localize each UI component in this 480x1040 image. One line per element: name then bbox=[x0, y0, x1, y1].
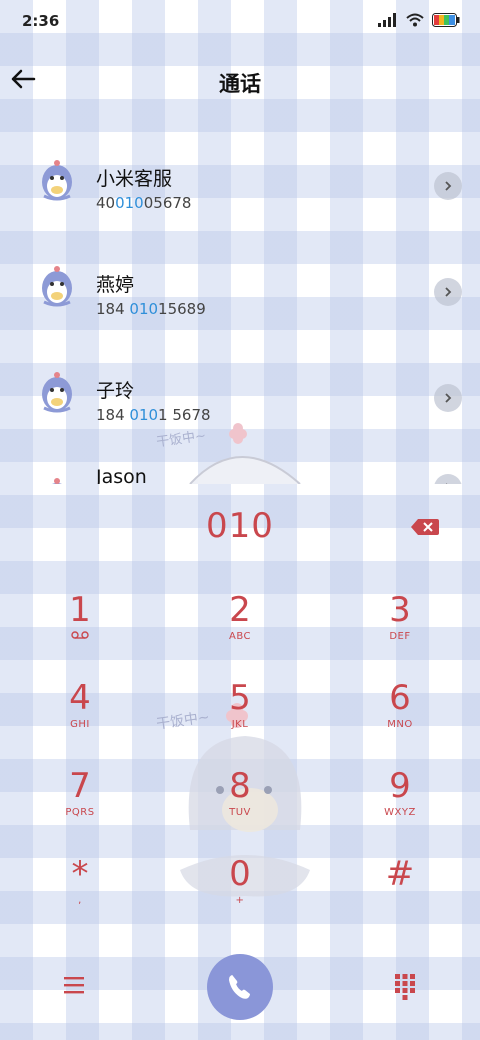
avatar bbox=[42, 160, 72, 201]
contact-name: 子玲 bbox=[96, 380, 135, 402]
header: 通话 bbox=[0, 44, 480, 116]
key-7[interactable]: 7 PQRS bbox=[20, 766, 140, 846]
bottom-bar bbox=[0, 950, 480, 1020]
key-star[interactable]: * , bbox=[20, 854, 140, 934]
avatar bbox=[51, 478, 63, 484]
keypad-toggle-button[interactable] bbox=[392, 972, 418, 1000]
key-1[interactable]: 1 bbox=[20, 590, 140, 670]
key-3[interactable]: 3 DEF bbox=[340, 590, 460, 670]
contact-list: 小米客服 4001005678 燕婷 184 01015689 子玲 184 0… bbox=[0, 116, 480, 484]
contact-detail-button[interactable] bbox=[434, 384, 462, 412]
key-5[interactable]: 5 JKL bbox=[180, 678, 300, 758]
contact-name: 燕婷 bbox=[96, 274, 135, 296]
chevron-right-icon bbox=[446, 483, 448, 484]
avatar bbox=[42, 372, 72, 413]
delete-button[interactable] bbox=[410, 516, 440, 538]
key-2[interactable]: 2 ABC bbox=[180, 590, 300, 670]
backspace-icon bbox=[411, 519, 439, 535]
status-bar: 2:36 bbox=[0, 0, 480, 44]
key-8[interactable]: 8 TUV bbox=[180, 766, 300, 846]
key-4[interactable]: 4 GHI bbox=[20, 678, 140, 758]
contact-number: 4001005678 bbox=[96, 194, 192, 212]
page-title: 通话 bbox=[219, 72, 261, 96]
contact-item[interactable]: 小米客服 4001005678 bbox=[0, 136, 480, 226]
avatar bbox=[42, 266, 72, 307]
contact-item[interactable]: Jason bbox=[0, 454, 480, 484]
menu-button[interactable] bbox=[60, 972, 88, 998]
contact-item[interactable]: 子玲 184 0101 5678 bbox=[0, 348, 480, 438]
wifi-icon bbox=[406, 13, 424, 27]
key-9[interactable]: 9 WXYZ bbox=[340, 766, 460, 846]
chevron-right-icon bbox=[445, 393, 452, 403]
voicemail-icon bbox=[71, 631, 89, 639]
contact-number: 184 01015689 bbox=[96, 300, 206, 318]
phone-icon bbox=[229, 975, 250, 999]
contact-name: 小米客服 bbox=[96, 168, 173, 190]
dialer-display: 010 bbox=[0, 500, 480, 560]
status-time: 2:36 bbox=[22, 12, 60, 30]
contact-name: Jason bbox=[96, 466, 147, 484]
key-6[interactable]: 6 MNO bbox=[340, 678, 460, 758]
call-button[interactable] bbox=[207, 954, 273, 1020]
signal-icon bbox=[378, 13, 396, 27]
status-icons bbox=[378, 13, 460, 27]
key-0[interactable]: 0 + bbox=[180, 854, 300, 934]
contact-number: 184 0101 5678 bbox=[96, 406, 211, 424]
contact-detail-button[interactable] bbox=[434, 474, 462, 484]
battery-icon bbox=[432, 13, 460, 27]
chevron-right-icon bbox=[445, 287, 452, 297]
dialpad-icon bbox=[395, 974, 415, 1000]
chevron-right-icon bbox=[445, 181, 452, 191]
dialed-number: 010 bbox=[206, 506, 274, 546]
contact-item[interactable]: 燕婷 184 01015689 bbox=[0, 242, 480, 332]
key-hash[interactable]: # bbox=[340, 854, 460, 934]
contact-detail-button[interactable] bbox=[434, 278, 462, 306]
contact-detail-button[interactable] bbox=[434, 172, 462, 200]
menu-icon bbox=[64, 977, 84, 994]
